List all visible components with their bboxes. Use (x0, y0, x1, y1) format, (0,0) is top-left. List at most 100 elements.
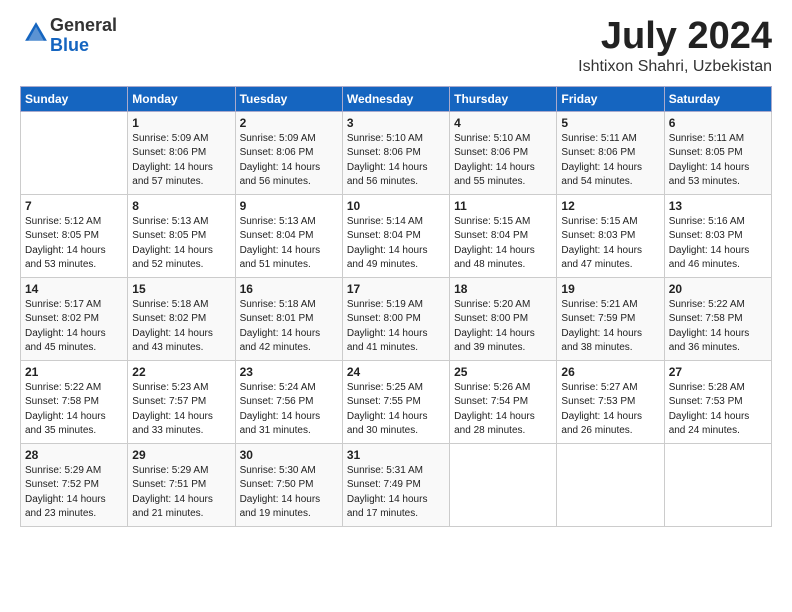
weekday-header-monday: Monday (128, 86, 235, 111)
day-cell: 8 Sunrise: 5:13 AMSunset: 8:05 PMDaylight… (128, 194, 235, 277)
day-number: 9 (240, 199, 338, 213)
day-info: Sunrise: 5:27 AMSunset: 7:53 PMDaylight:… (561, 381, 659, 439)
day-number: 7 (25, 199, 123, 213)
week-row-1: 1Sunrise: 5:09 AMSunset: 8:06 PMDaylight… (21, 111, 772, 194)
weekday-header-wednesday: Wednesday (342, 86, 449, 111)
day-number: 26 (561, 365, 659, 379)
day-cell: 28Sunrise: 5:29 AMSunset: 7:52 PMDayligh… (21, 443, 128, 526)
day-number: 12 (561, 199, 659, 213)
day-cell: 2Sunrise: 5:09 AMSunset: 8:06 PMDaylight… (235, 111, 342, 194)
day-number: 27 (669, 365, 767, 379)
day-cell: 23Sunrise: 5:24 AMSunset: 7:56 PMDayligh… (235, 360, 342, 443)
logo: General Blue (20, 16, 117, 56)
day-info: Sunrise: 5:10 AMSunset: 8:06 PMDaylight:… (347, 132, 445, 190)
day-number: 16 (240, 282, 338, 296)
day-cell: 20 Sunrise: 5:22 AMSunset: 7:58 PMDayligh… (664, 277, 771, 360)
day-number: 23 (240, 365, 338, 379)
day-cell: 29 Sunrise: 5:29 AMSunset: 7:51 PMDayligh… (128, 443, 235, 526)
day-info: Sunrise: 5:20 AMSunset: 8:00 PMDaylight:… (454, 298, 552, 356)
day-cell: 6 Sunrise: 5:11 AMSunset: 8:05 PMDaylight… (664, 111, 771, 194)
day-cell: 15 Sunrise: 5:18 AMSunset: 8:02 PMDayligh… (128, 277, 235, 360)
day-number: 14 (25, 282, 123, 296)
day-cell: 5 Sunrise: 5:11 AMSunset: 8:06 PMDaylight… (557, 111, 664, 194)
calendar-table: SundayMondayTuesdayWednesdayThursdayFrid… (20, 86, 772, 527)
page: General Blue July 2024 Ishtixon Shahri, … (0, 0, 792, 612)
day-info: Sunrise: 5:18 AMSunset: 8:01 PMDaylight:… (240, 298, 338, 356)
day-info: Sunrise: 5:22 AMSunset: 7:58 PMDaylight:… (669, 298, 767, 356)
day-cell (664, 443, 771, 526)
day-cell: 27 Sunrise: 5:28 AMSunset: 7:53 PMDayligh… (664, 360, 771, 443)
day-cell: 3 Sunrise: 5:10 AMSunset: 8:06 PMDaylight… (342, 111, 449, 194)
day-info: Sunrise: 5:15 AMSunset: 8:04 PMDaylight:… (454, 215, 552, 273)
day-number: 8 (132, 199, 230, 213)
day-info: Sunrise: 5:23 AMSunset: 7:57 PMDaylight:… (132, 381, 230, 439)
weekday-header-thursday: Thursday (450, 86, 557, 111)
day-number: 17 (347, 282, 445, 296)
day-number: 18 (454, 282, 552, 296)
day-info: Sunrise: 5:31 AMSunset: 7:49 PMDaylight:… (347, 464, 445, 522)
weekday-header-friday: Friday (557, 86, 664, 111)
day-number: 2 (240, 116, 338, 130)
header: General Blue July 2024 Ishtixon Shahri, … (20, 16, 772, 76)
day-cell: 7 Sunrise: 5:12 AMSunset: 8:05 PMDaylight… (21, 194, 128, 277)
weekday-header-row: SundayMondayTuesdayWednesdayThursdayFrid… (21, 86, 772, 111)
day-info: Sunrise: 5:22 AMSunset: 7:58 PMDaylight:… (25, 381, 123, 439)
day-number: 10 (347, 199, 445, 213)
day-number: 29 (132, 448, 230, 462)
day-number: 11 (454, 199, 552, 213)
day-number: 30 (240, 448, 338, 462)
logo-icon (22, 19, 50, 47)
day-info: Sunrise: 5:29 AMSunset: 7:51 PMDaylight:… (132, 464, 230, 522)
day-cell: 22Sunrise: 5:23 AMSunset: 7:57 PMDayligh… (128, 360, 235, 443)
day-cell: 25Sunrise: 5:26 AMSunset: 7:54 PMDayligh… (450, 360, 557, 443)
day-number: 15 (132, 282, 230, 296)
day-number: 20 (669, 282, 767, 296)
day-info: Sunrise: 5:12 AMSunset: 8:05 PMDaylight:… (25, 215, 123, 273)
day-info: Sunrise: 5:13 AMSunset: 8:05 PMDaylight:… (132, 215, 230, 273)
day-info: Sunrise: 5:21 AMSunset: 7:59 PMDaylight:… (561, 298, 659, 356)
day-info: Sunrise: 5:11 AMSunset: 8:05 PMDaylight:… (669, 132, 767, 190)
day-cell: 12 Sunrise: 5:15 AMSunset: 8:03 PMDayligh… (557, 194, 664, 277)
week-row-3: 14 Sunrise: 5:17 AMSunset: 8:02 PMDayligh… (21, 277, 772, 360)
day-cell: 26 Sunrise: 5:27 AMSunset: 7:53 PMDayligh… (557, 360, 664, 443)
day-info: Sunrise: 5:18 AMSunset: 8:02 PMDaylight:… (132, 298, 230, 356)
day-info: Sunrise: 5:11 AMSunset: 8:06 PMDaylight:… (561, 132, 659, 190)
day-info: Sunrise: 5:17 AMSunset: 8:02 PMDaylight:… (25, 298, 123, 356)
day-cell (450, 443, 557, 526)
week-row-2: 7 Sunrise: 5:12 AMSunset: 8:05 PMDaylight… (21, 194, 772, 277)
day-cell: 21 Sunrise: 5:22 AMSunset: 7:58 PMDayligh… (21, 360, 128, 443)
logo-blue-text: Blue (50, 35, 89, 55)
day-info: Sunrise: 5:30 AMSunset: 7:50 PMDaylight:… (240, 464, 338, 522)
day-info: Sunrise: 5:14 AMSunset: 8:04 PMDaylight:… (347, 215, 445, 273)
day-info: Sunrise: 5:16 AMSunset: 8:03 PMDaylight:… (669, 215, 767, 273)
day-cell: 31Sunrise: 5:31 AMSunset: 7:49 PMDayligh… (342, 443, 449, 526)
title-block: July 2024 Ishtixon Shahri, Uzbekistan (578, 16, 772, 76)
day-cell: 14 Sunrise: 5:17 AMSunset: 8:02 PMDayligh… (21, 277, 128, 360)
logo-general-text: General (50, 15, 117, 35)
day-info: Sunrise: 5:15 AMSunset: 8:03 PMDaylight:… (561, 215, 659, 273)
weekday-header-sunday: Sunday (21, 86, 128, 111)
day-info: Sunrise: 5:09 AMSunset: 8:06 PMDaylight:… (132, 132, 230, 190)
day-info: Sunrise: 5:28 AMSunset: 7:53 PMDaylight:… (669, 381, 767, 439)
day-number: 21 (25, 365, 123, 379)
day-cell: 9 Sunrise: 5:13 AMSunset: 8:04 PMDaylight… (235, 194, 342, 277)
day-number: 6 (669, 116, 767, 130)
day-number: 19 (561, 282, 659, 296)
day-cell: 18 Sunrise: 5:20 AMSunset: 8:00 PMDayligh… (450, 277, 557, 360)
day-number: 25 (454, 365, 552, 379)
day-info: Sunrise: 5:10 AMSunset: 8:06 PMDaylight:… (454, 132, 552, 190)
day-cell: 13Sunrise: 5:16 AMSunset: 8:03 PMDayligh… (664, 194, 771, 277)
day-cell: 10 Sunrise: 5:14 AMSunset: 8:04 PMDayligh… (342, 194, 449, 277)
day-cell: 24Sunrise: 5:25 AMSunset: 7:55 PMDayligh… (342, 360, 449, 443)
day-cell: 4Sunrise: 5:10 AMSunset: 8:06 PMDaylight… (450, 111, 557, 194)
day-cell: 17Sunrise: 5:19 AMSunset: 8:00 PMDayligh… (342, 277, 449, 360)
title-location: Ishtixon Shahri, Uzbekistan (578, 58, 772, 76)
day-info: Sunrise: 5:13 AMSunset: 8:04 PMDaylight:… (240, 215, 338, 273)
day-cell: 1Sunrise: 5:09 AMSunset: 8:06 PMDaylight… (128, 111, 235, 194)
day-number: 5 (561, 116, 659, 130)
day-number: 24 (347, 365, 445, 379)
day-cell: 19 Sunrise: 5:21 AMSunset: 7:59 PMDayligh… (557, 277, 664, 360)
day-cell: 30 Sunrise: 5:30 AMSunset: 7:50 PMDayligh… (235, 443, 342, 526)
day-cell: 16 Sunrise: 5:18 AMSunset: 8:01 PMDayligh… (235, 277, 342, 360)
day-number: 3 (347, 116, 445, 130)
